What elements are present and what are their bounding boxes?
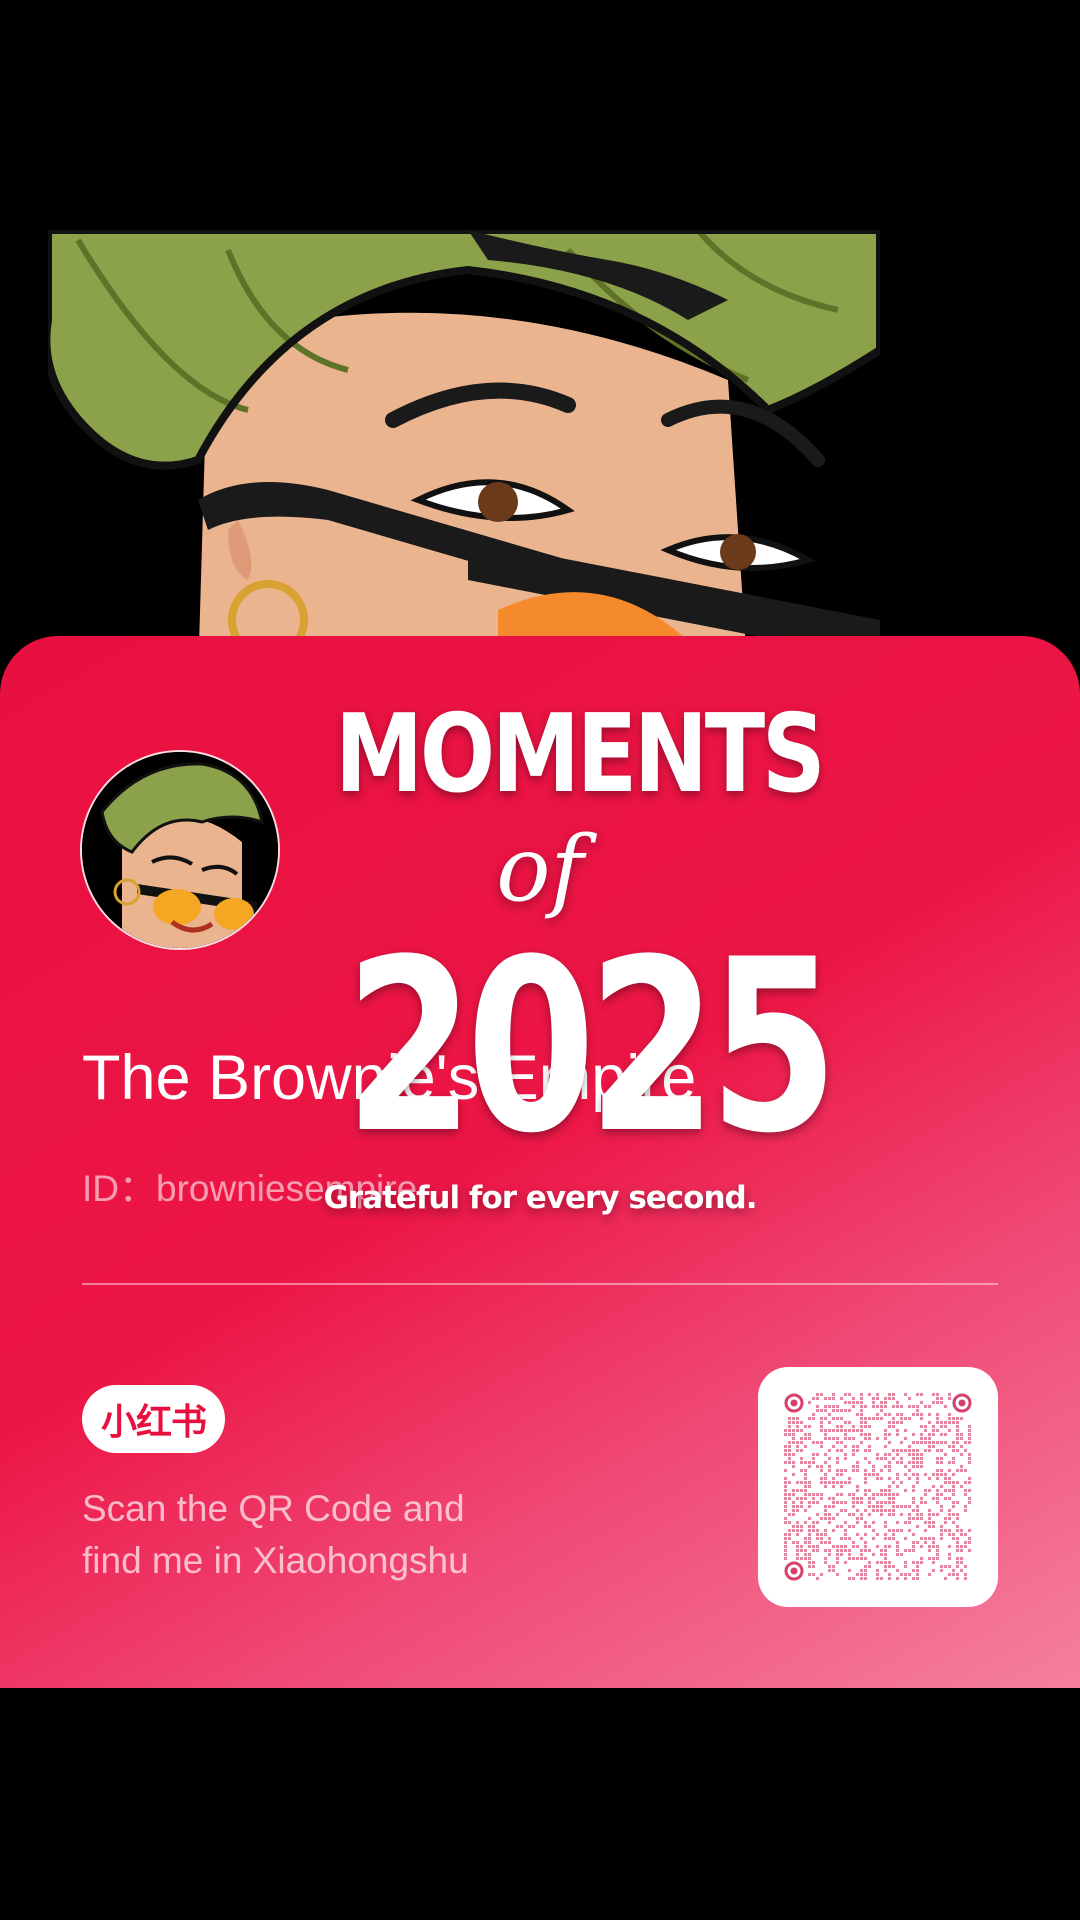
- user-id: ID：browniesempire: [82, 1168, 418, 1209]
- xiaohongshu-logo: 小红书: [82, 1385, 225, 1453]
- profile-share-card: The Brownie's Empire ID：browniesempire 小…: [0, 636, 1080, 1688]
- profile-banner-illustration: [48, 230, 880, 680]
- qr-code[interactable]: [758, 1367, 998, 1607]
- scan-line-2: find me in Xiaohongshu: [82, 1540, 469, 1581]
- display-name: The Brownie's Empire: [82, 1043, 697, 1113]
- qr-code-icon: [784, 1393, 972, 1581]
- scan-instruction: Scan the QR Code and find me in Xiaohong…: [82, 1483, 602, 1587]
- divider: [82, 1283, 998, 1285]
- profile-avatar[interactable]: [82, 752, 278, 948]
- scan-line-1: Scan the QR Code and: [82, 1488, 465, 1529]
